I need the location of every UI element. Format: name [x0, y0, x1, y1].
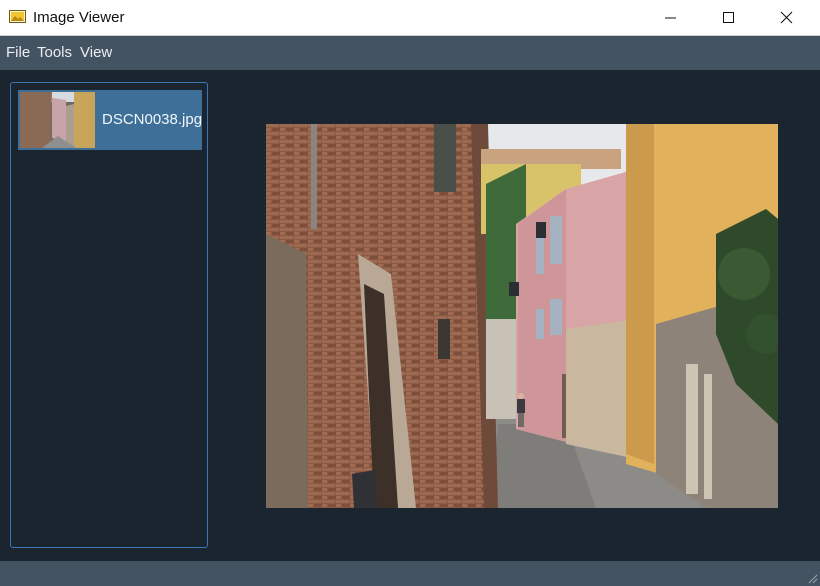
- main-content: DSCN0038.jpg: [0, 70, 820, 561]
- menu-tools[interactable]: Tools: [37, 44, 72, 61]
- close-button[interactable]: [764, 0, 810, 35]
- thumbnail-image: [20, 92, 95, 148]
- menu-file[interactable]: File: [6, 44, 30, 61]
- thumbnail-panel[interactable]: DSCN0038.jpg: [10, 82, 208, 548]
- maximize-button[interactable]: [706, 0, 752, 35]
- minimize-button[interactable]: [648, 0, 694, 35]
- image-view[interactable]: [266, 124, 778, 508]
- thumbnail-item[interactable]: DSCN0038.jpg: [18, 90, 202, 150]
- close-icon: [780, 11, 793, 24]
- image-icon: [9, 10, 26, 23]
- thumbnail-label: DSCN0038.jpg: [102, 111, 203, 128]
- menu-bar: File Tools View: [0, 36, 820, 70]
- resize-grip-icon[interactable]: [806, 572, 818, 584]
- title-bar: Image Viewer: [0, 0, 820, 36]
- main-image: [266, 124, 778, 508]
- window-title: Image Viewer: [33, 9, 125, 26]
- menu-view[interactable]: View: [80, 44, 112, 61]
- maximize-icon: [723, 12, 734, 23]
- status-bar: [0, 561, 820, 586]
- minimize-icon: [665, 17, 676, 19]
